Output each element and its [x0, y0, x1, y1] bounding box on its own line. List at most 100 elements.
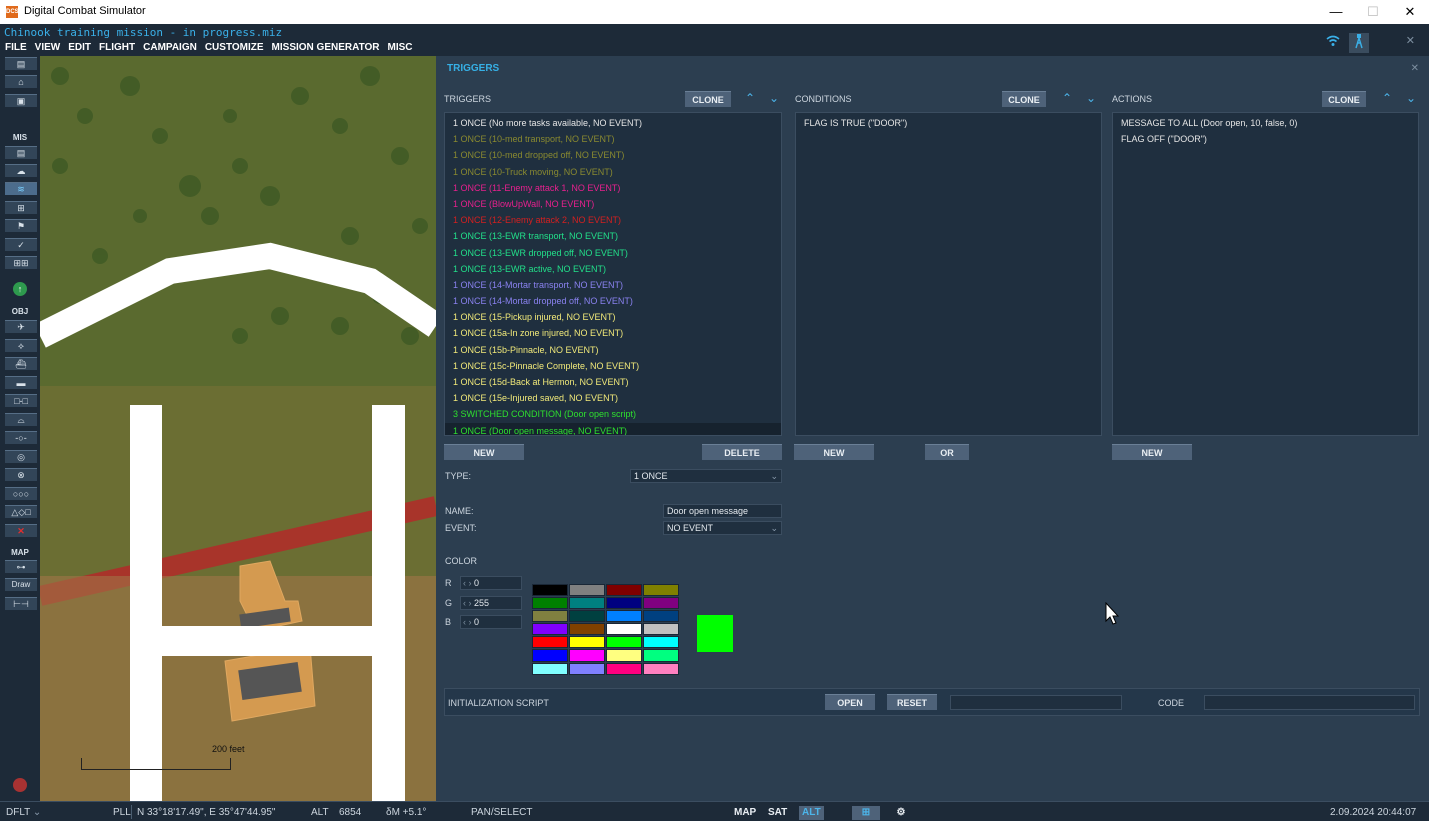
action-item[interactable]: FLAG OFF ("DOOR")	[1113, 131, 1418, 147]
move-down-action-icon[interactable]: ⌄	[1404, 91, 1418, 105]
profile-select[interactable]: DFLT ⌄	[6, 807, 41, 818]
palette-color[interactable]	[643, 662, 679, 675]
minimize-button[interactable]: —	[1318, 2, 1354, 22]
or-button[interactable]: OR	[925, 444, 969, 460]
up-arrow-icon[interactable]: ↑	[13, 282, 27, 296]
trigger-item[interactable]: 1 ONCE (10-med transport, NO EVENT)	[445, 131, 781, 147]
palette-color[interactable]	[532, 597, 568, 610]
cross-circle-icon[interactable]: ⊗	[5, 468, 37, 481]
maximize-button[interactable]: ☐	[1355, 2, 1391, 22]
layer-icon[interactable]: ⊞	[852, 806, 880, 820]
flag-icon[interactable]: ⚑	[5, 219, 37, 232]
palette-color[interactable]	[569, 636, 605, 649]
palette-color[interactable]	[643, 623, 679, 636]
palette-color[interactable]	[606, 597, 642, 610]
trigger-item[interactable]: 1 ONCE (15b-Pinnacle, NO EVENT)	[445, 342, 781, 358]
script-file-field[interactable]	[950, 695, 1122, 710]
actions-list[interactable]: MESSAGE TO ALL (Door open, 10, false, 0)…	[1112, 112, 1419, 436]
menu-misc[interactable]: MISC	[383, 41, 416, 55]
conditions-list[interactable]: FLAG IS TRUE ("DOOR")	[795, 112, 1102, 436]
close-editor-icon[interactable]: ✕	[1406, 34, 1415, 47]
palette-color[interactable]	[643, 584, 679, 597]
palette-color[interactable]	[569, 610, 605, 623]
open-script-button[interactable]: OPEN	[825, 694, 875, 710]
move-up-condition-icon[interactable]: ⌃	[1060, 91, 1074, 105]
code-field[interactable]	[1204, 695, 1415, 710]
palette-color[interactable]	[532, 662, 568, 675]
map-view[interactable]: 200 feet	[40, 56, 436, 801]
trigger-item[interactable]: 1 ONCE (13-EWR active, NO EVENT)	[445, 261, 781, 277]
palette-color[interactable]	[606, 649, 642, 662]
palette-color[interactable]	[532, 623, 568, 636]
trigger-item[interactable]: 1 ONCE (15d-Back at Hermon, NO EVENT)	[445, 374, 781, 390]
trigger-name-input[interactable]: Door open message	[663, 504, 782, 518]
move-down-trigger-icon[interactable]: ⌄	[767, 91, 781, 105]
palette-color[interactable]	[569, 662, 605, 675]
green-stepper[interactable]: ‹ › 255	[460, 596, 522, 610]
move-up-trigger-icon[interactable]: ⌃	[743, 91, 757, 105]
save-icon[interactable]: ▣	[5, 94, 37, 107]
trigger-item[interactable]: 1 ONCE (15e-Injured saved, NO EVENT)	[445, 390, 781, 406]
trigger-item[interactable]: 3 SWITCHED CONDITION (Door open script)	[445, 406, 781, 422]
stepper-arrows-icon[interactable]: ‹ ›	[461, 617, 472, 627]
palette-color[interactable]	[643, 597, 679, 610]
zone-icon[interactable]: ⌓	[5, 413, 37, 426]
templates-icon[interactable]: ⊞⊞	[5, 256, 37, 269]
move-down-condition-icon[interactable]: ⌄	[1084, 91, 1098, 105]
coord-type[interactable]: PLL	[113, 807, 131, 818]
palette-color[interactable]	[569, 649, 605, 662]
palette-color[interactable]	[643, 649, 679, 662]
ship-icon[interactable]: ⛴	[5, 357, 37, 370]
type-select[interactable]: 1 ONCE ⌄	[630, 469, 782, 483]
close-window-button[interactable]: ✕	[1392, 2, 1428, 22]
condition-item[interactable]: FLAG IS TRUE ("DOOR")	[796, 115, 1101, 131]
draw-button[interactable]: Draw	[5, 578, 37, 591]
palette-color[interactable]	[606, 623, 642, 636]
palette-color[interactable]	[569, 623, 605, 636]
check-icon[interactable]: ✓	[5, 238, 37, 251]
trigger-item[interactable]: 1 ONCE (10-Truck moving, NO EVENT)	[445, 164, 781, 180]
delete-object-icon[interactable]: ✕	[5, 524, 37, 537]
clone-action-button[interactable]: CLONE	[1322, 91, 1366, 107]
menu-customize[interactable]: CUSTOMIZE	[200, 41, 267, 55]
red-stepper[interactable]: ‹ › 0	[460, 576, 522, 590]
map-mode-button[interactable]: MAP	[731, 806, 759, 820]
trigger-item[interactable]: 1 ONCE (12-Enemy attack 2, NO EVENT)	[445, 212, 781, 228]
menu-edit[interactable]: EDIT	[63, 41, 94, 55]
action-item[interactable]: MESSAGE TO ALL (Door open, 10, false, 0)	[1113, 115, 1418, 131]
palette-color[interactable]	[532, 649, 568, 662]
menu-file[interactable]: FILE	[0, 41, 30, 55]
palette-color[interactable]	[606, 636, 642, 649]
triggers-list[interactable]: 1 ONCE (No more tasks available, NO EVEN…	[444, 112, 782, 436]
stepper-arrows-icon[interactable]: ‹ ›	[461, 578, 472, 588]
new-mission-icon[interactable]: ▤	[5, 57, 37, 70]
trigger-item[interactable]: 1 ONCE (No more tasks available, NO EVEN…	[445, 115, 781, 131]
palette-color[interactable]	[606, 610, 642, 623]
trigger-item[interactable]: 1 ONCE (15-Pickup injured, NO EVENT)	[445, 309, 781, 325]
palette-color[interactable]	[532, 610, 568, 623]
ground-unit-icon[interactable]: ▬	[5, 376, 37, 389]
clone-trigger-button[interactable]: CLONE	[685, 91, 731, 107]
menu-view[interactable]: VIEW	[30, 41, 64, 55]
palette-color[interactable]	[532, 636, 568, 649]
palette-color[interactable]	[569, 597, 605, 610]
trigger-item[interactable]: 1 ONCE (15c-Pinnacle Complete, NO EVENT)	[445, 358, 781, 374]
shapes-icon[interactable]: △◇□	[5, 505, 37, 518]
new-action-button[interactable]: NEW	[1112, 444, 1192, 460]
panel-close-icon[interactable]: ✕	[1411, 63, 1419, 74]
palette-color[interactable]	[643, 636, 679, 649]
resources-icon[interactable]: ⊞	[5, 201, 37, 214]
trigger-item[interactable]: 1 ONCE (Door open message, NO EVENT)	[445, 422, 781, 435]
new-condition-button[interactable]: NEW	[794, 444, 874, 460]
wifi-icon[interactable]	[1323, 33, 1343, 53]
helicopter-icon[interactable]: ⟡	[5, 339, 37, 352]
static-object-icon[interactable]: □-□	[5, 394, 37, 407]
open-folder-icon[interactable]: ⌂	[5, 75, 37, 88]
palette-color[interactable]	[606, 584, 642, 597]
alt-mode-button[interactable]: ALT	[799, 806, 824, 820]
palette-color[interactable]	[569, 584, 605, 597]
weather-icon[interactable]: ☁	[5, 164, 37, 177]
trigger-item[interactable]: 1 ONCE (13-EWR transport, NO EVENT)	[445, 228, 781, 244]
palette-color[interactable]	[606, 662, 642, 675]
palette-color[interactable]	[532, 584, 568, 597]
